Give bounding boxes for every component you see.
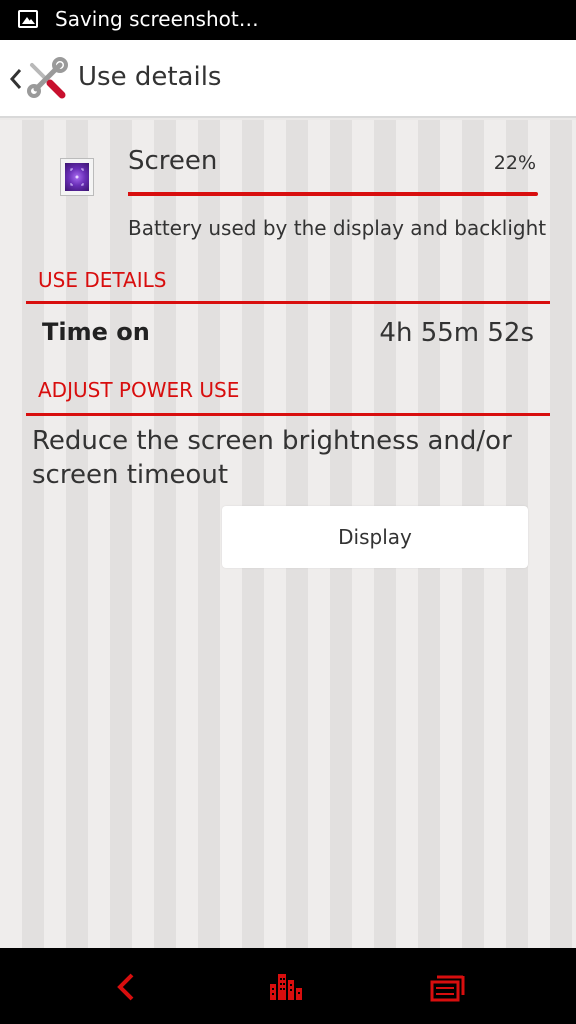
battery-usage-bar [128, 192, 538, 196]
action-bar: Use details [0, 40, 576, 118]
tools-icon[interactable] [24, 57, 68, 101]
navigation-bar [0, 948, 576, 1024]
home-icon[interactable] [266, 970, 306, 1004]
item-title: Screen [128, 146, 218, 176]
image-icon [18, 10, 38, 28]
content-area: Screen 22% Battery used by the display a… [0, 120, 576, 948]
page-title: Use details [78, 62, 222, 92]
time-on-label: Time on [42, 318, 150, 346]
item-percent: 22% [493, 152, 536, 174]
adjust-power-header: ADJUST POWER USE [26, 378, 550, 416]
status-bar: Saving screenshot… [0, 0, 576, 40]
screen-app-icon [60, 158, 94, 196]
battery-usage-fill [128, 192, 219, 196]
item-description: Battery used by the display and backligh… [128, 216, 547, 240]
time-on-value: 4h 55m 52s [379, 318, 534, 348]
back-icon[interactable] [106, 970, 146, 1004]
recents-icon[interactable] [428, 970, 468, 1004]
display-settings-button[interactable]: Display [222, 506, 528, 568]
adjust-power-description: Reduce the screen brightness and/or scre… [32, 426, 512, 490]
back-chevron-icon[interactable] [6, 66, 26, 92]
use-details-header: USE DETAILS [26, 268, 550, 304]
status-notification-text: Saving screenshot… [55, 7, 259, 31]
